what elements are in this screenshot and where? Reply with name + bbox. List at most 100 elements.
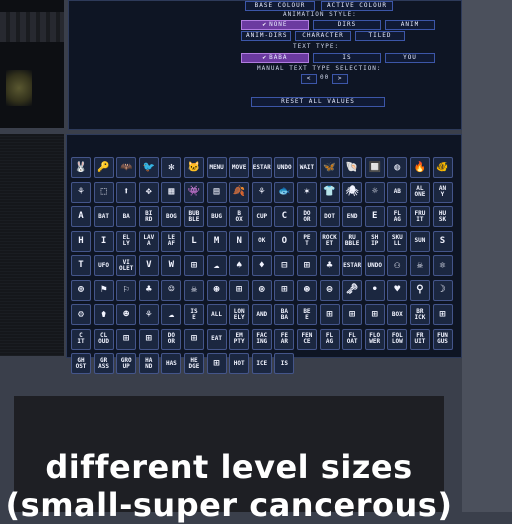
object-tile[interactable]: ◍ bbox=[387, 157, 408, 178]
object-tile[interactable]: I bbox=[93, 230, 114, 252]
anim-option-anim[interactable]: ANIM bbox=[385, 20, 435, 30]
object-tile[interactable]: EAT bbox=[206, 328, 227, 350]
object-tile[interactable]: GH OST bbox=[71, 353, 91, 374]
object-tile[interactable]: ✻ bbox=[161, 157, 182, 178]
object-tile[interactable]: AN Y bbox=[432, 181, 453, 203]
object-tile[interactable]: RESTART bbox=[342, 255, 363, 276]
object-tile[interactable]: ⊞ bbox=[183, 255, 204, 276]
object-tile[interactable]: RESTART bbox=[251, 157, 272, 178]
object-tile[interactable]: EL LY bbox=[116, 230, 137, 252]
object-tile[interactable]: HAS bbox=[161, 353, 182, 374]
object-tile[interactable]: VI OLET bbox=[116, 255, 137, 276]
object-tile[interactable]: SKU LL bbox=[387, 230, 408, 252]
object-tile[interactable]: ⚙ bbox=[71, 304, 91, 325]
anim-option-tiled[interactable]: TILED bbox=[355, 31, 405, 41]
object-tile[interactable]: ICE bbox=[251, 353, 272, 374]
object-tile[interactable]: ⊞ bbox=[432, 304, 453, 325]
object-tile[interactable]: ⬆ bbox=[116, 181, 137, 203]
object-tile[interactable]: V bbox=[138, 255, 159, 276]
object-tile[interactable]: FL AG bbox=[387, 206, 408, 227]
object-tile[interactable]: ⊕ bbox=[71, 279, 91, 301]
object-tile[interactable]: ⚘ bbox=[71, 181, 91, 203]
object-tile[interactable]: PE T bbox=[296, 230, 317, 252]
object-tile[interactable]: FRU IT bbox=[409, 206, 430, 227]
active-colour-button[interactable]: ACTIVE COLOUR bbox=[321, 1, 393, 11]
object-tile[interactable]: 🗝 bbox=[342, 279, 363, 301]
object-tile[interactable]: ☻ bbox=[116, 304, 137, 325]
object-tile[interactable]: DO OR bbox=[161, 328, 182, 350]
object-tile[interactable]: ⊞ bbox=[274, 279, 295, 301]
object-tile[interactable]: W bbox=[161, 255, 182, 276]
object-tile[interactable]: C bbox=[274, 206, 295, 227]
base-colour-button[interactable]: BASE COLOUR bbox=[245, 1, 315, 11]
object-tile[interactable]: C IT bbox=[71, 328, 91, 350]
object-tile[interactable]: IS bbox=[274, 353, 295, 374]
object-tile[interactable]: 🍂 bbox=[229, 181, 250, 203]
object-tile[interactable]: 🔑 bbox=[93, 157, 114, 178]
object-tile[interactable]: BUB BLE bbox=[183, 206, 204, 227]
object-tile[interactable]: HOT bbox=[229, 353, 250, 374]
object-tile[interactable]: ♦ bbox=[251, 255, 272, 276]
object-tile[interactable]: ☁ bbox=[161, 304, 182, 325]
object-tile[interactable]: ⊞ bbox=[229, 279, 250, 301]
object-tile[interactable]: SUN bbox=[409, 230, 430, 252]
object-tile[interactable]: GR ASS bbox=[93, 353, 114, 374]
object-tile[interactable]: ⊞ bbox=[183, 328, 204, 350]
object-tile[interactable]: ♥ bbox=[387, 279, 408, 301]
object-tile[interactable]: 👾 bbox=[183, 181, 204, 203]
object-tile[interactable]: FL OAT bbox=[342, 328, 363, 350]
object-tile[interactable]: 🐱 bbox=[183, 157, 204, 178]
object-tile[interactable]: FEN CE bbox=[296, 328, 317, 350]
object-tile[interactable]: ☼ bbox=[364, 181, 385, 203]
object-tile[interactable]: MOVE bbox=[229, 157, 250, 178]
object-tile[interactable]: ☠ bbox=[409, 255, 430, 276]
object-tile[interactable]: 🐚 bbox=[342, 157, 363, 178]
object-tile[interactable]: M bbox=[206, 230, 227, 252]
object-tile[interactable]: ⊞ bbox=[116, 328, 137, 350]
object-tile[interactable]: ⚛ bbox=[432, 255, 453, 276]
object-tile[interactable]: BE E bbox=[296, 304, 317, 325]
object-tile[interactable]: ▦ bbox=[161, 181, 182, 203]
manual-next-button[interactable]: > bbox=[332, 74, 349, 84]
object-tile[interactable]: ⊛ bbox=[296, 279, 317, 301]
object-tile[interactable]: ⬚ bbox=[93, 181, 114, 203]
object-tile[interactable]: O bbox=[274, 230, 295, 252]
reset-all-button[interactable]: RESET ALL VALUES bbox=[251, 97, 385, 107]
object-tile[interactable]: BAT bbox=[93, 206, 114, 227]
object-tile[interactable]: LAV A bbox=[138, 230, 159, 252]
object-tile[interactable]: ⚇ bbox=[387, 255, 408, 276]
object-tile[interactable]: 🔲 bbox=[364, 157, 385, 178]
object-tile[interactable]: 🔥 bbox=[409, 157, 430, 178]
object-tile[interactable]: END bbox=[342, 206, 363, 227]
object-tile[interactable]: UNDO bbox=[274, 157, 295, 178]
object-tile[interactable]: HE DGE bbox=[183, 353, 204, 374]
object-tile[interactable]: ⚘ bbox=[251, 181, 272, 203]
text-type-you[interactable]: YOU bbox=[385, 53, 435, 63]
object-tile[interactable]: ☁ bbox=[206, 255, 227, 276]
object-tile[interactable]: FL AG bbox=[319, 328, 340, 350]
object-tile[interactable]: ⊞ bbox=[138, 328, 159, 350]
object-tile[interactable]: RU BBLE bbox=[342, 230, 363, 252]
object-tile[interactable]: ⊞ bbox=[296, 255, 317, 276]
object-tile[interactable]: FUN GUS bbox=[432, 328, 453, 350]
object-tile[interactable]: ⚐ bbox=[116, 279, 137, 301]
object-tile[interactable]: ALL bbox=[206, 304, 227, 325]
object-tile[interactable]: CL OUD bbox=[93, 328, 114, 350]
object-tile[interactable]: BUG bbox=[206, 206, 227, 227]
object-tile[interactable]: SH IP bbox=[364, 230, 385, 252]
object-tile[interactable]: OK bbox=[251, 230, 272, 252]
scrollbar-track[interactable] bbox=[462, 0, 512, 512]
object-tile[interactable]: FAC ING bbox=[251, 328, 272, 350]
object-tile[interactable]: ☽ bbox=[432, 279, 453, 301]
object-tile[interactable]: ✶ bbox=[296, 181, 317, 203]
object-tile[interactable]: 🐰 bbox=[71, 157, 91, 178]
object-tile[interactable]: ⊛ bbox=[206, 279, 227, 301]
object-tile[interactable]: ⊞ bbox=[206, 353, 227, 374]
anim-option-character[interactable]: CHARACTER bbox=[295, 31, 351, 41]
object-tile[interactable]: ☺ bbox=[161, 279, 182, 301]
object-tile[interactable]: BOX bbox=[387, 304, 408, 325]
object-tile[interactable]: DOT bbox=[319, 206, 340, 227]
object-tile[interactable]: ROCK ET bbox=[319, 230, 340, 252]
object-tile[interactable]: HA ND bbox=[138, 353, 159, 374]
object-tile[interactable]: BR ICK bbox=[409, 304, 430, 325]
